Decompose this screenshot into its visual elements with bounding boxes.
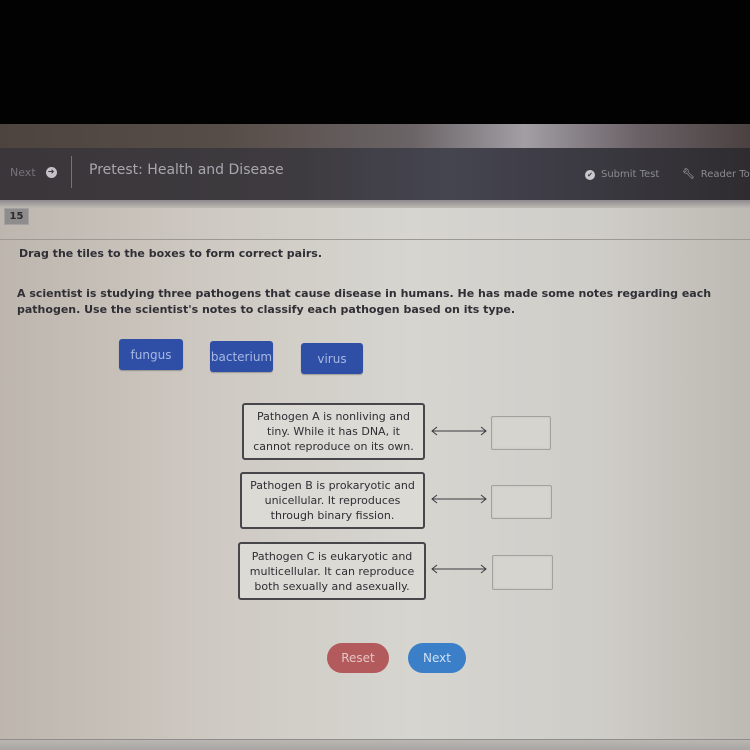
header-next-label: Next: [10, 165, 36, 179]
drop-box-pathogen-a[interactable]: [491, 416, 551, 450]
submit-test-label: Submit Test: [601, 169, 660, 180]
test-title: Pretest: Health and Disease: [89, 162, 284, 178]
reset-button[interactable]: Reset: [327, 643, 389, 673]
header-next-button[interactable]: Next ➜: [0, 156, 72, 188]
next-button[interactable]: Next: [408, 643, 466, 673]
submit-test-button[interactable]: ✔ Submit Test: [585, 169, 659, 180]
arrow-right-circle-icon: ➜: [45, 166, 57, 178]
double-arrow-icon: [431, 494, 487, 504]
double-arrow-icon: [431, 564, 487, 574]
wrench-icon: 🔧︎: [682, 169, 695, 180]
check-circle-icon: ✔: [585, 169, 595, 180]
drop-box-pathogen-c[interactable]: [492, 555, 553, 590]
tile-bacterium[interactable]: bacterium: [210, 341, 273, 372]
question-number-badge: 15: [4, 208, 29, 225]
top-nav-bar: Next ➜ Pretest: Health and Disease ✔ Sub…: [0, 148, 750, 200]
pathogen-a-card: Pathogen A is nonliving and tiny. While …: [242, 403, 425, 460]
pathogen-c-note: Pathogen C is eukaryotic and multicellul…: [249, 549, 415, 593]
instruction-text: Drag the tiles to the boxes to form corr…: [19, 247, 323, 260]
reader-tools-button[interactable]: 🔧︎ Reader To: [682, 169, 750, 180]
monitor-frame-edge: [0, 124, 750, 148]
drop-box-pathogen-b[interactable]: [491, 485, 552, 519]
pathogen-b-note: Pathogen B is prokaryotic and unicellula…: [250, 479, 415, 522]
reader-tools-label: Reader To: [700, 169, 750, 180]
screen: Next ➜ Pretest: Health and Disease ✔ Sub…: [0, 124, 750, 750]
header-shadow: [0, 200, 750, 208]
tile-fungus[interactable]: fungus: [119, 339, 183, 370]
divider: [0, 239, 750, 240]
pathogen-b-card: Pathogen B is prokaryotic and unicellula…: [240, 472, 425, 529]
question-prompt: A scientist is studying three pathogens …: [17, 287, 712, 316]
pathogen-a-note: Pathogen A is nonliving and tiny. While …: [253, 410, 414, 453]
monitor-bezel: [0, 0, 750, 125]
screen-bottom-edge: [0, 739, 750, 750]
pathogen-c-card: Pathogen C is eukaryotic and multicellul…: [238, 542, 426, 600]
double-arrow-icon: [431, 426, 487, 436]
tile-virus[interactable]: virus: [301, 343, 363, 374]
